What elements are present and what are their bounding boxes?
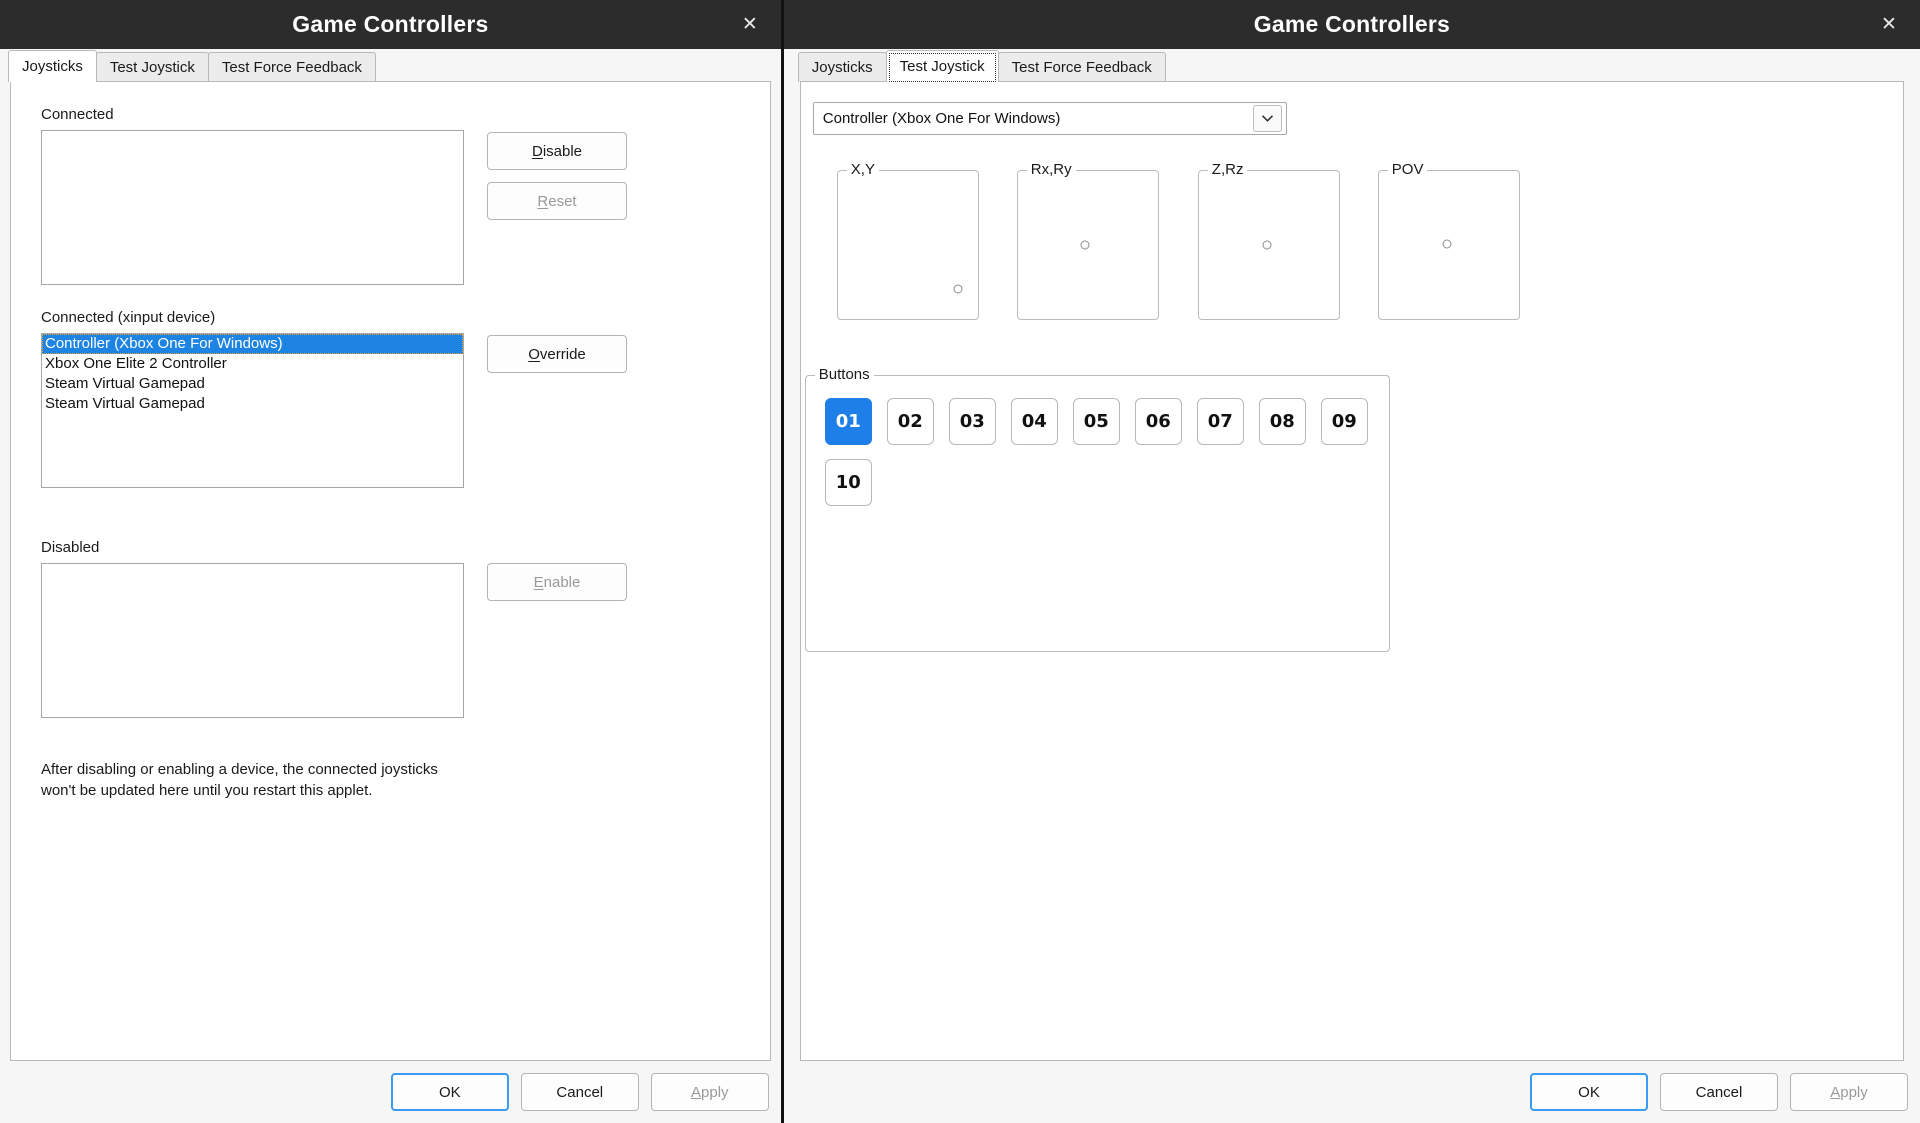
- apply-button-mnemonic: A: [691, 1083, 702, 1101]
- joystick-button-01: 01: [824, 398, 872, 445]
- titlebar-left: Game Controllers ✕: [0, 0, 781, 49]
- tabpage-joysticks: Connected Disable Reset Connected (xinpu…: [10, 81, 771, 1061]
- tab-test-joystick[interactable]: Test Joystick: [885, 50, 999, 82]
- joystick-button-grid: 01 02 03 04 05 06 07 08 09 10: [824, 398, 1395, 506]
- tab-label: Test Force Feedback: [1011, 59, 1152, 76]
- tab-label: Test Force Feedback: [221, 59, 362, 76]
- override-button[interactable]: Override: [487, 335, 627, 373]
- enable-button-label-rest: nable: [543, 573, 581, 591]
- enable-button[interactable]: Enable: [487, 563, 627, 601]
- connected-label: Connected: [41, 106, 114, 123]
- connected-listbox[interactable]: [41, 130, 464, 285]
- joystick-button-10: 10: [824, 459, 872, 506]
- axis-group-label: X,Y: [846, 161, 879, 178]
- tab-joysticks[interactable]: Joysticks: [8, 50, 97, 82]
- tab-test-force-feedback[interactable]: Test Force Feedback: [997, 52, 1166, 82]
- tab-label: Test Joystick: [109, 59, 195, 76]
- disable-button[interactable]: Disable: [487, 132, 627, 170]
- axis-position-marker: [1080, 240, 1090, 250]
- close-icon[interactable]: ✕: [1876, 12, 1902, 38]
- applet-note: After disabling or enabling a device, th…: [41, 761, 438, 799]
- device-select[interactable]: Controller (Xbox One For Windows): [812, 102, 1287, 135]
- axis-position-marker: [1262, 240, 1272, 250]
- ok-button[interactable]: OK: [390, 1073, 509, 1111]
- window-title: Game Controllers: [1253, 11, 1450, 37]
- tabstrip-left: Joysticks Test Joystick Test Force Feedb…: [0, 49, 781, 82]
- tab-label: Test Joystick: [899, 58, 985, 75]
- apply-button-label-rest: pply: [1840, 1083, 1868, 1101]
- axis-position-marker: [953, 284, 963, 294]
- tabpage-test-joystick: Controller (Xbox One For Windows) X,Y Rx…: [799, 81, 1904, 1061]
- enable-button-mnemonic: E: [533, 573, 544, 591]
- window-body-right: Joysticks Test Joystick Test Force Feedb…: [783, 49, 1920, 1123]
- list-item[interactable]: Xbox One Elite 2 Controller: [42, 354, 463, 374]
- joystick-button-05: 05: [1072, 398, 1120, 445]
- axis-group-label: POV: [1387, 161, 1428, 178]
- device-select-value: Controller (Xbox One For Windows): [822, 110, 1061, 127]
- window-title: Game Controllers: [292, 11, 489, 37]
- apply-button-mnemonic: A: [1830, 1083, 1841, 1101]
- ok-button[interactable]: OK: [1530, 1073, 1648, 1111]
- buttons-group: Buttons 01 02 03 04 05 06 07 08 09 10: [804, 366, 1390, 652]
- cancel-button[interactable]: Cancel: [520, 1073, 639, 1111]
- joystick-button-03: 03: [948, 398, 996, 445]
- titlebar-right: Game Controllers ✕: [783, 0, 1920, 49]
- axis-position-marker: [1442, 239, 1452, 249]
- list-item[interactable]: Steam Virtual Gamepad: [42, 394, 463, 414]
- disable-button-mnemonic: D: [531, 142, 543, 160]
- footer-right: OK Cancel Apply: [783, 1061, 1920, 1123]
- list-item[interactable]: Controller (Xbox One For Windows): [42, 334, 463, 354]
- disabled-listbox[interactable]: [41, 563, 464, 718]
- tab-test-force-feedback[interactable]: Test Force Feedback: [207, 52, 376, 82]
- axis-group-rxry: Rx,Ry: [1016, 161, 1159, 320]
- desktop: Game Controllers ✕ Joysticks Test Joysti…: [0, 0, 1920, 1123]
- game-controllers-window-right: Game Controllers ✕ Joysticks Test Joysti…: [780, 0, 1920, 1123]
- footer-left: OK Cancel Apply: [0, 1061, 781, 1123]
- reset-button[interactable]: Reset: [487, 182, 627, 220]
- apply-button-label-rest: pply: [701, 1083, 729, 1101]
- reset-button-mnemonic: R: [537, 192, 549, 210]
- cancel-button[interactable]: Cancel: [1660, 1073, 1778, 1111]
- tabstrip-right: Joysticks Test Joystick Test Force Feedb…: [784, 49, 1920, 82]
- joystick-button-06: 06: [1134, 398, 1182, 445]
- joystick-button-02: 02: [886, 398, 934, 445]
- tab-label: Joysticks: [811, 59, 873, 76]
- tab-label: Joysticks: [22, 58, 83, 75]
- disabled-label: Disabled: [41, 539, 100, 556]
- joystick-button-09: 09: [1320, 398, 1368, 445]
- joystick-button-04: 04: [1010, 398, 1058, 445]
- axis-group-label: Rx,Ry: [1026, 161, 1076, 178]
- override-button-label-rest: verride: [539, 345, 586, 363]
- tab-joysticks[interactable]: Joysticks: [797, 52, 887, 82]
- connected-xinput-label: Connected (xinput device): [41, 309, 216, 326]
- axis-group-pov: POV: [1377, 161, 1520, 320]
- disable-button-label-rest: isable: [542, 142, 583, 160]
- buttons-group-label: Buttons: [814, 366, 874, 383]
- list-item[interactable]: Steam Virtual Gamepad: [42, 374, 463, 394]
- reset-button-label-rest: eset: [548, 192, 577, 210]
- apply-button[interactable]: Apply: [650, 1073, 769, 1111]
- override-button-mnemonic: O: [528, 345, 540, 363]
- axis-group-xy: X,Y: [836, 161, 979, 320]
- close-icon[interactable]: ✕: [737, 12, 763, 38]
- chevron-down-icon[interactable]: [1252, 105, 1282, 132]
- axis-group-zrz: Z,Rz: [1197, 161, 1340, 320]
- connected-xinput-listbox[interactable]: Controller (Xbox One For Windows) Xbox O…: [41, 333, 464, 488]
- axis-group-label: Z,Rz: [1207, 161, 1248, 178]
- window-body-left: Joysticks Test Joystick Test Force Feedb…: [0, 49, 781, 1123]
- apply-button[interactable]: Apply: [1790, 1073, 1908, 1111]
- game-controllers-window-left: Game Controllers ✕ Joysticks Test Joysti…: [0, 0, 781, 1123]
- joystick-button-08: 08: [1258, 398, 1306, 445]
- joystick-button-07: 07: [1196, 398, 1244, 445]
- tab-test-joystick[interactable]: Test Joystick: [95, 52, 209, 82]
